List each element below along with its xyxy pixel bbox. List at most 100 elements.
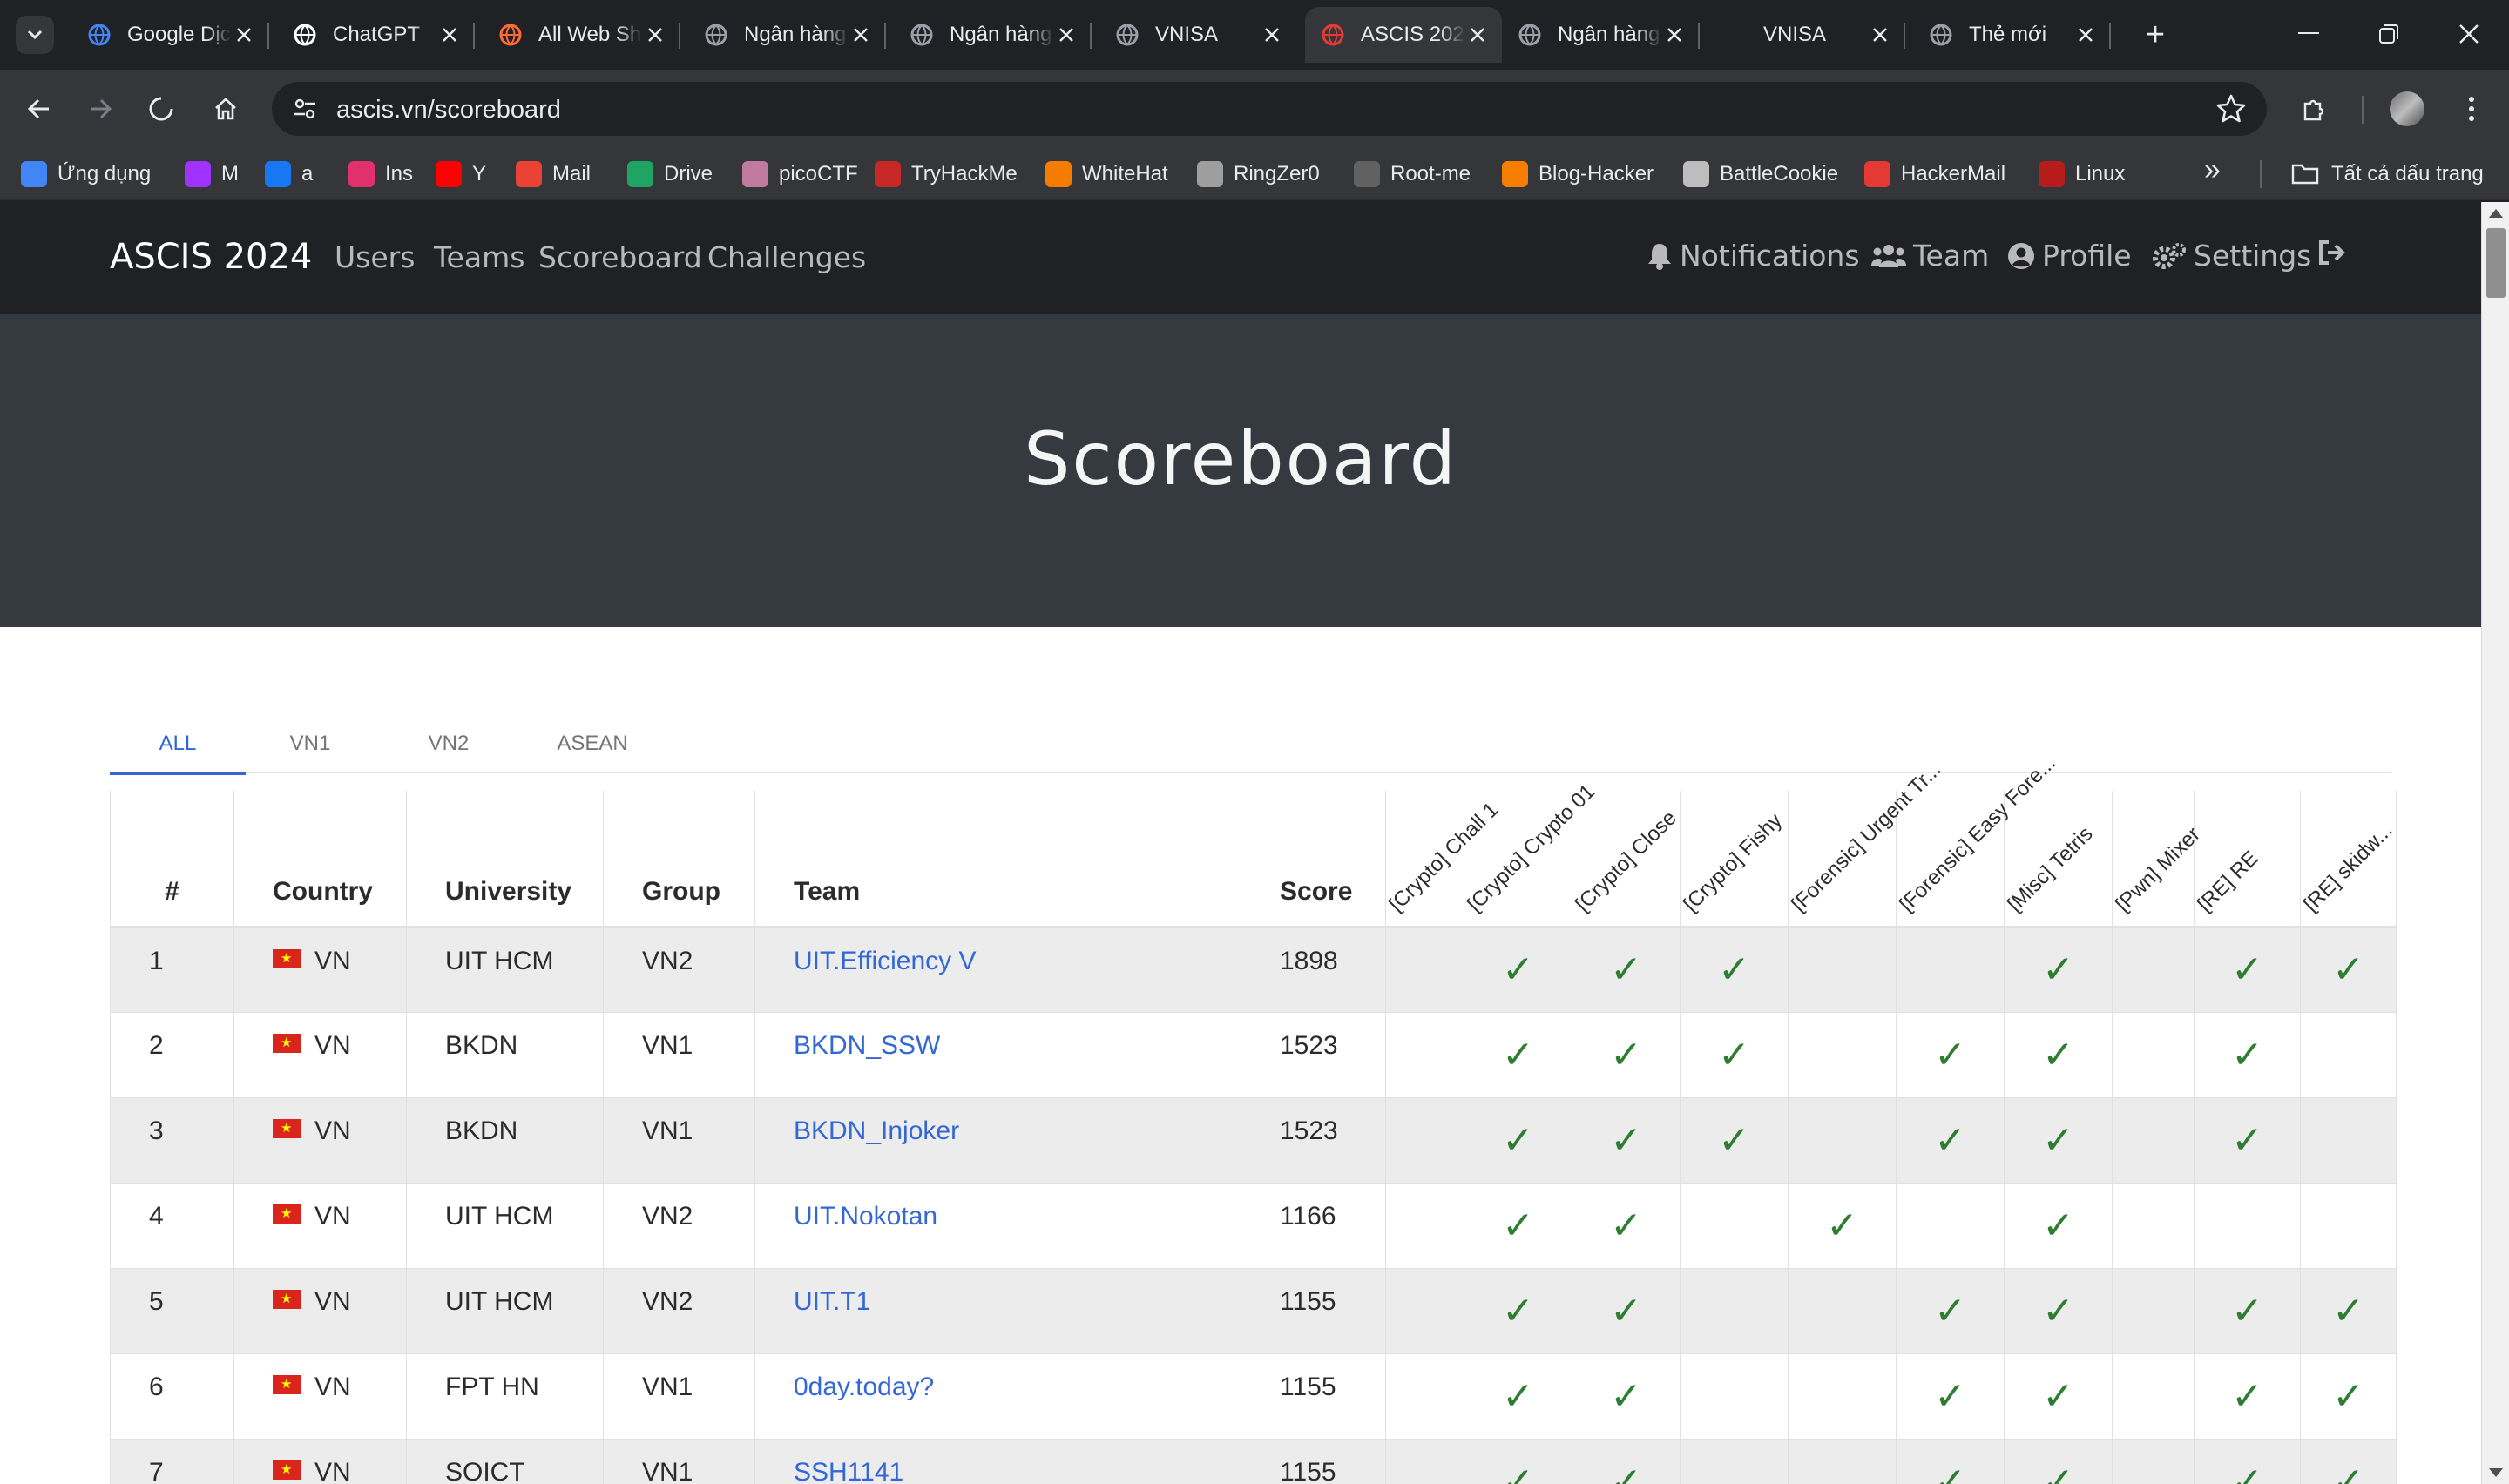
- bookmark-label: TryHackMe: [911, 162, 1018, 186]
- nav-profile[interactable]: Profile: [2007, 239, 2132, 273]
- close-tab-icon[interactable]: [1054, 23, 1079, 47]
- close-tab-icon[interactable]: [2073, 23, 2098, 47]
- team-link[interactable]: BKDN_SSW: [794, 1031, 940, 1060]
- new-tab-button[interactable]: +: [2138, 17, 2173, 53]
- close-tab-icon[interactable]: [1868, 23, 1892, 47]
- bookmark-item[interactable]: Blog-Hacker: [1502, 157, 1654, 192]
- team-link[interactable]: BKDN_Injoker: [794, 1116, 959, 1145]
- col-team[interactable]: Team: [754, 791, 1241, 928]
- browser-tab[interactable]: All Web Shell: [483, 7, 680, 63]
- col-group[interactable]: Group: [603, 791, 755, 928]
- more-bookmarks-button[interactable]: »: [2204, 153, 2221, 187]
- col-challenge[interactable]: [Forensic] Urgent Tr...: [1787, 758, 1945, 928]
- close-window-button[interactable]: [2443, 12, 2495, 56]
- home-button[interactable]: [206, 89, 246, 129]
- nav-challenges[interactable]: Challenges: [707, 240, 866, 274]
- tab-vn1[interactable]: VN1: [246, 716, 375, 772]
- col-challenge[interactable]: [Crypto] Fishy: [1679, 791, 1789, 928]
- col-challenge[interactable]: [Crypto] Chall 1: [1384, 791, 1503, 928]
- scroll-up-icon[interactable]: [2489, 209, 2503, 218]
- tab-asean[interactable]: ASEAN: [523, 716, 662, 772]
- close-tab-icon[interactable]: [437, 23, 462, 47]
- browser-tab[interactable]: Thẻ mới: [1913, 7, 2111, 63]
- nav-scoreboard[interactable]: Scoreboard: [538, 240, 702, 274]
- site-info-button[interactable]: [286, 91, 324, 127]
- reload-button[interactable]: [141, 89, 181, 129]
- nav-settings[interactable]: Settings: [2152, 239, 2311, 273]
- bookmark-item[interactable]: Root-me: [1354, 157, 1471, 192]
- rank-cell: 5: [110, 1267, 234, 1354]
- forward-button[interactable]: [80, 89, 120, 129]
- extensions-button[interactable]: [2295, 89, 2335, 129]
- bookmark-item[interactable]: TryHackMe: [875, 157, 1018, 192]
- page-scrollbar[interactable]: [2481, 202, 2509, 1484]
- col-country[interactable]: Country: [233, 791, 407, 928]
- col-challenge[interactable]: [Forensic] Easy Fore...: [1895, 751, 2060, 928]
- col-challenge[interactable]: [Pwn] Mixer: [2111, 791, 2205, 928]
- nav-notifications[interactable]: Notifications: [1647, 239, 1860, 273]
- nav-team[interactable]: Team: [1871, 239, 1989, 273]
- bookmark-item[interactable]: Ins: [348, 157, 413, 192]
- browser-tab[interactable]: Google Dịch: [71, 7, 269, 63]
- col-challenge[interactable]: [Crypto] Crypto 01: [1463, 779, 1599, 928]
- address-bar[interactable]: ascis.vn/scoreboard: [272, 82, 2267, 136]
- bookmark-item[interactable]: Mail: [516, 157, 591, 192]
- col-challenge[interactable]: [Misc] Tetris: [2003, 791, 2113, 928]
- bookmark-item[interactable]: Linux: [2039, 157, 2125, 192]
- nav-users[interactable]: Users: [335, 240, 415, 274]
- nav-profile-label: Profile: [2042, 239, 2132, 273]
- bookmark-item[interactable]: Y: [436, 157, 486, 192]
- col-challenge[interactable]: [Crypto] Close: [1571, 791, 1681, 928]
- browser-tab[interactable]: VNISA: [1099, 7, 1296, 63]
- close-tab-icon[interactable]: [643, 23, 667, 47]
- browser-tab[interactable]: ChatGPT: [277, 7, 475, 63]
- bookmark-item[interactable]: RingZer0: [1197, 157, 1320, 192]
- brand-link[interactable]: ASCIS 2024: [110, 237, 312, 277]
- bookmark-star-icon[interactable]: [2215, 92, 2248, 125]
- bookmark-item[interactable]: BattleCookie: [1683, 157, 1838, 192]
- col-university[interactable]: University: [406, 791, 604, 928]
- team-link[interactable]: UIT.Efficiency V: [794, 947, 977, 975]
- tab-search-button[interactable]: [16, 16, 54, 54]
- close-tab-icon[interactable]: [1465, 23, 1490, 47]
- close-tab-icon[interactable]: [849, 23, 873, 47]
- browser-tab[interactable]: ASCIS 2024: [1305, 7, 1502, 63]
- solve-cell: ✓: [1572, 1096, 1681, 1184]
- bookmark-item[interactable]: WhiteHat: [1045, 157, 1168, 192]
- col-challenge[interactable]: [RE] RE: [2193, 791, 2301, 928]
- url-text[interactable]: ascis.vn/scoreboard: [336, 96, 561, 125]
- team-link[interactable]: UIT.T1: [794, 1287, 870, 1316]
- scrollbar-thumb[interactable]: [2486, 228, 2506, 298]
- logout-button[interactable]: [2317, 239, 2354, 266]
- bookmark-item[interactable]: Drive: [627, 157, 713, 192]
- team-link[interactable]: UIT.Nokotan: [794, 1202, 937, 1231]
- close-tab-icon[interactable]: [1662, 23, 1687, 47]
- close-tab-icon[interactable]: [232, 23, 256, 47]
- profile-avatar-button[interactable]: [2387, 89, 2427, 129]
- table-row: 6 VN FPT HNVN1 0day.today? 1155 ✓ ✓ ✓ ✓ ✓ ✓: [110, 1352, 2397, 1440]
- browser-tab[interactable]: Ngân hàng: [894, 7, 1092, 63]
- bookmark-item[interactable]: Ứng dụng: [21, 157, 151, 192]
- nav-teams[interactable]: Teams: [434, 240, 524, 274]
- bookmark-item[interactable]: a: [265, 157, 313, 192]
- back-button[interactable]: [19, 89, 59, 129]
- all-bookmarks-button[interactable]: Tất cả dấu trang: [2291, 157, 2484, 192]
- browser-tab[interactable]: VNISA: [1708, 7, 1905, 63]
- scroll-down-icon[interactable]: [2489, 1468, 2503, 1477]
- minimize-button[interactable]: [2282, 12, 2335, 56]
- restore-button[interactable]: [2363, 12, 2415, 56]
- browser-tab[interactable]: Ngân hàng: [688, 7, 886, 63]
- close-tab-icon[interactable]: [1260, 23, 1284, 47]
- bookmark-item[interactable]: HackerMail: [1864, 157, 2005, 192]
- team-link[interactable]: SSH1141: [794, 1458, 903, 1484]
- col-rank[interactable]: #: [110, 791, 234, 928]
- col-score[interactable]: Score: [1241, 791, 1386, 928]
- team-link[interactable]: 0day.today?: [794, 1373, 934, 1401]
- bookmark-item[interactable]: M: [185, 157, 239, 192]
- browser-tab[interactable]: Ngân hàng: [1502, 7, 1700, 63]
- col-challenge[interactable]: [RE] skidw...: [2299, 791, 2397, 928]
- tab-all[interactable]: ALL: [110, 716, 246, 775]
- bookmark-item[interactable]: picoCTF: [742, 157, 858, 192]
- tab-vn2[interactable]: VN2: [375, 716, 523, 772]
- browser-menu-button[interactable]: [2452, 89, 2492, 129]
